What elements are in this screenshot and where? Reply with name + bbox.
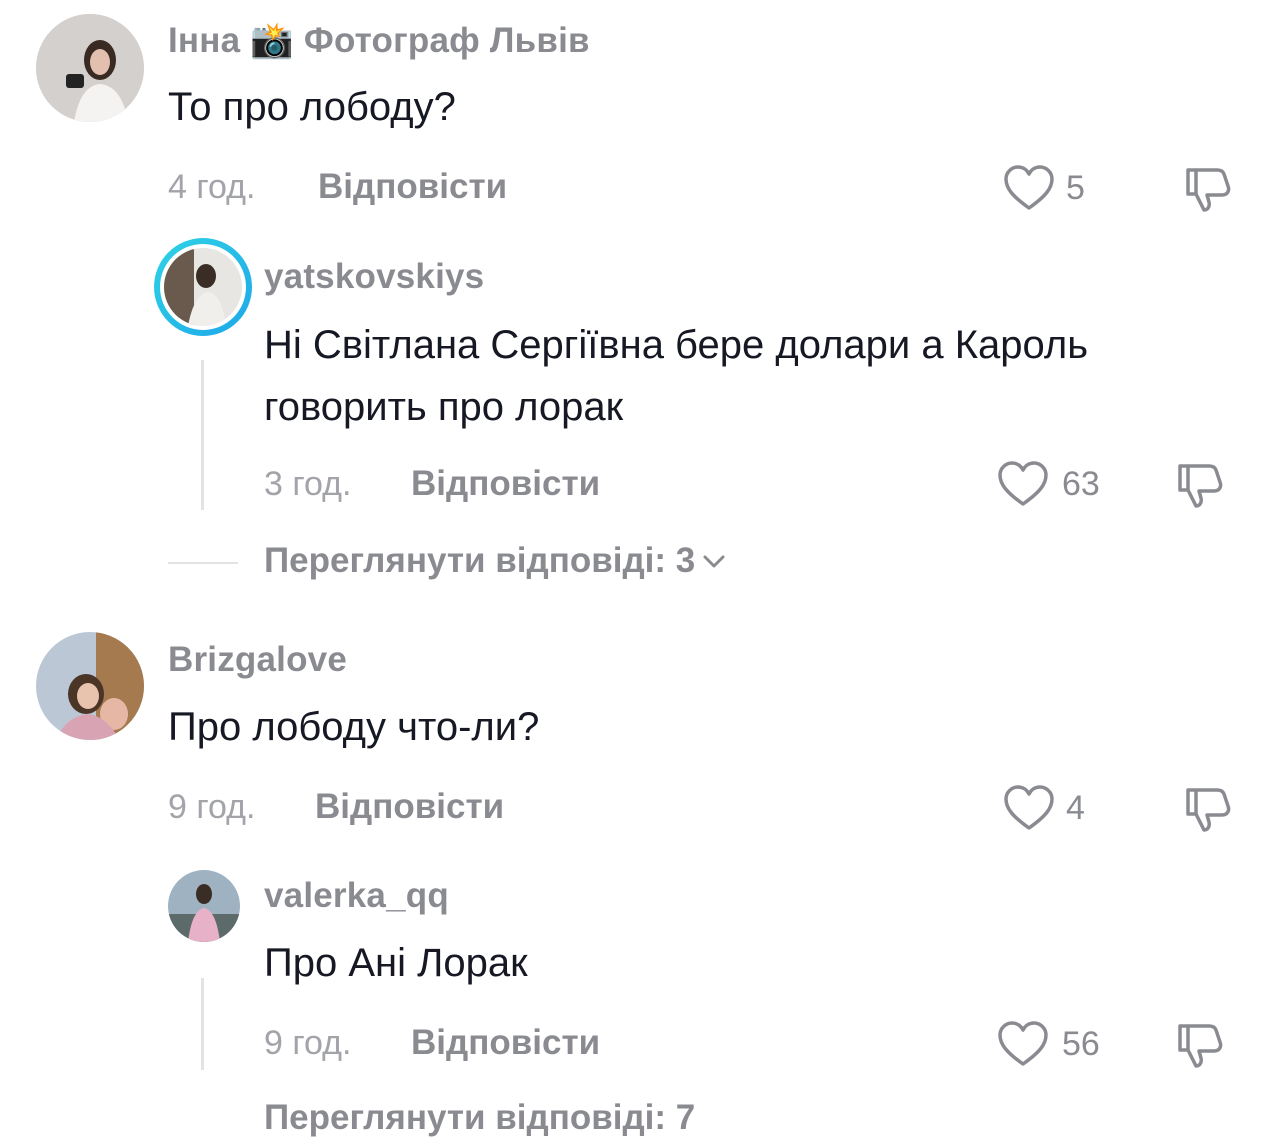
dislike-button[interactable] [1184, 164, 1234, 214]
view-replies-label: Переглянути відповіді: 7 [264, 1098, 696, 1137]
divider [168, 562, 238, 564]
dislike-button[interactable] [1176, 460, 1226, 510]
like-count: 4 [1066, 789, 1085, 827]
comment-text: То про лободу? [168, 85, 456, 129]
reply-timestamp: 9 год. [264, 1024, 352, 1062]
dislike-icon [1178, 1024, 1223, 1068]
thread-line [201, 978, 204, 1070]
like-count: 56 [1062, 1025, 1100, 1063]
avatar-story-ring[interactable] [154, 238, 252, 336]
view-replies-button[interactable]: Переглянути відповіді: 3 [264, 541, 729, 581]
comment-text: Про лободу что-ли? [168, 705, 540, 749]
view-replies-button[interactable]: Переглянути відповіді: 7 [264, 1098, 695, 1138]
comment-username[interactable]: Інна 📸 Фотограф Львів [168, 20, 590, 61]
heart-icon [998, 461, 1048, 506]
comment-timestamp: 9 год. [168, 788, 256, 826]
heart-icon [1004, 785, 1054, 830]
heart-icon [998, 1021, 1048, 1066]
dislike-button[interactable] [1176, 1020, 1226, 1070]
comment-timestamp: 4 год. [168, 168, 256, 206]
avatar [160, 244, 246, 330]
like-button[interactable] [996, 1020, 1050, 1068]
avatar[interactable] [168, 870, 240, 942]
dislike-icon [1178, 464, 1223, 508]
heart-icon [1004, 165, 1054, 210]
like-button[interactable] [1002, 164, 1056, 212]
reply-text: Про Ані Лорак [264, 941, 528, 985]
reply-text: Ні Світлана Сергіївна бере долари а Каро… [264, 323, 1089, 429]
dislike-icon [1186, 168, 1231, 212]
reply-timestamp: 3 год. [264, 465, 352, 503]
reply-button[interactable]: Відповісти [411, 464, 600, 504]
reply-button[interactable]: Відповісти [315, 787, 504, 827]
like-count: 63 [1062, 465, 1100, 503]
reply-username[interactable]: valerka_qq [264, 876, 449, 916]
like-button[interactable] [996, 460, 1050, 508]
comment-username[interactable]: Brizgalove [168, 640, 347, 680]
dislike-button[interactable] [1184, 784, 1234, 834]
chevron-down-icon [703, 555, 725, 568]
reply-button[interactable]: Відповісти [318, 167, 507, 207]
reply-button[interactable]: Відповісти [411, 1023, 600, 1063]
dislike-icon [1186, 788, 1231, 832]
thread-line [201, 360, 204, 510]
like-button[interactable] [1002, 784, 1056, 832]
avatar[interactable] [36, 632, 144, 740]
avatar[interactable] [36, 14, 144, 122]
view-replies-label: Переглянути відповіді: 3 [264, 541, 696, 580]
reply-username[interactable]: yatskovskiys [264, 257, 484, 297]
like-count: 5 [1066, 169, 1085, 207]
